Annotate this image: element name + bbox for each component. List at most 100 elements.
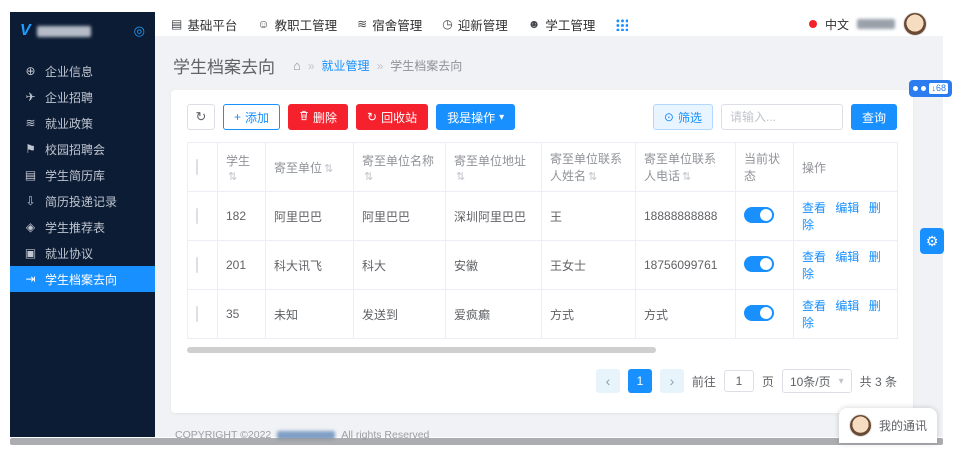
add-button[interactable]: + 添加: [223, 104, 280, 130]
column-header-student[interactable]: 学生 ⇅: [218, 143, 266, 192]
username-redacted: [857, 19, 895, 29]
sidebar-menu: ⊕ 企业信息 ✈ 企业招聘 ≋ 就业政策 ⚑ 校园招聘会 ▤ 学生简历库: [10, 50, 155, 292]
page-head: 学生档案去向 ⌂ » 就业管理 » 学生档案去向: [171, 47, 913, 90]
sidebar: V ◎ ⊕ 企业信息 ✈ 企业招聘 ≋ 就业政策 ⚑: [10, 12, 155, 437]
edit-link[interactable]: 编辑: [835, 201, 859, 215]
nav-item-student-affairs[interactable]: ☻ 学工管理: [528, 15, 596, 34]
download-icon: ⇩: [24, 194, 37, 208]
filter-button[interactable]: ⊙ 筛选: [653, 104, 713, 130]
page-number-current[interactable]: 1: [628, 369, 652, 393]
cell-address: 安徽: [446, 241, 542, 290]
view-link[interactable]: 查看: [802, 201, 826, 215]
sidebar-item-recommendation[interactable]: ◈ 学生推荐表: [10, 214, 155, 240]
recycle-bin-button[interactable]: ↻ 回收站: [356, 104, 428, 130]
sort-icon[interactable]: ⇅: [682, 171, 691, 183]
column-label: 寄至单位: [274, 161, 322, 175]
flag-icon: ⚑: [24, 142, 37, 156]
badge-dot: [913, 86, 918, 91]
nav-item-staff-mgmt[interactable]: ☺ 教职工管理: [257, 15, 337, 34]
cell-contact: 王女士: [542, 241, 636, 290]
collapse-icon[interactable]: ◎: [134, 23, 145, 39]
query-button[interactable]: 查询: [851, 104, 897, 130]
sidebar-item-company-recruit[interactable]: ✈ 企业招聘: [10, 84, 155, 110]
goto-label: 前往: [692, 373, 716, 390]
sort-icon[interactable]: ⇅: [456, 171, 465, 183]
sidebar-item-employment-policy[interactable]: ≋ 就业政策: [10, 110, 155, 136]
status-toggle[interactable]: [744, 305, 774, 321]
goto-page-input[interactable]: [724, 370, 754, 392]
page-size-select[interactable]: 10条/页 ▾: [782, 369, 852, 393]
send-icon: ✈: [24, 90, 37, 104]
column-header-contact-name[interactable]: 寄至单位联系人姓名⇅: [542, 143, 636, 192]
settings-drawer-button[interactable]: ⚙: [920, 228, 944, 254]
sort-icon[interactable]: ⇅: [588, 171, 597, 183]
row-checkbox[interactable]: [196, 257, 198, 273]
search-input[interactable]: [721, 104, 843, 130]
cell-address: 爱疯癫: [446, 290, 542, 339]
select-all-header[interactable]: [188, 143, 218, 192]
status-toggle[interactable]: [744, 207, 774, 223]
content-area: 学生档案去向 ⌂ » 就业管理 » 学生档案去向 ↻: [155, 37, 943, 441]
avatar[interactable]: [903, 12, 927, 36]
column-label: 寄至单位联系人电话: [644, 152, 716, 183]
chat-widget[interactable]: 我的通讯: [839, 408, 937, 443]
column-header-contact-phone[interactable]: 寄至单位联系人电话⇅: [636, 143, 736, 192]
sidebar-item-company-info[interactable]: ⊕ 企业信息: [10, 58, 155, 84]
cell-contact: 王: [542, 192, 636, 241]
sidebar-item-label: 学生档案去向: [45, 271, 117, 288]
view-link[interactable]: 查看: [802, 299, 826, 313]
prev-page-button[interactable]: ‹: [596, 369, 620, 393]
row-checkbox[interactable]: [196, 306, 198, 322]
cell-status: [736, 290, 794, 339]
nav-item-orientation-mgmt[interactable]: ◷ 迎新管理: [442, 15, 508, 34]
breadcrumb-separator: »: [308, 59, 315, 73]
edit-link[interactable]: 编辑: [835, 250, 859, 264]
sort-icon[interactable]: ⇅: [324, 163, 333, 175]
column-header-unit-name[interactable]: 寄至单位名称⇅: [354, 143, 446, 192]
row-checkbox[interactable]: [196, 208, 198, 224]
logo-row: V ◎: [10, 12, 155, 50]
nav-item-base-platform[interactable]: ▤ 基础平台: [171, 15, 237, 34]
delete-button[interactable]: 删除: [288, 104, 348, 130]
breadcrumb-link-employment[interactable]: 就业管理: [322, 57, 370, 74]
float-download-badge[interactable]: ↓68: [909, 80, 952, 97]
notification-dot: [809, 20, 817, 28]
sidebar-item-archive-destination[interactable]: ⇥ 学生档案去向: [10, 266, 155, 292]
sidebar-item-campus-jobfair[interactable]: ⚑ 校园招聘会: [10, 136, 155, 162]
column-label: 寄至单位联系人姓名: [550, 152, 622, 183]
column-header-status: 当前状态: [736, 143, 794, 192]
page-title: 学生档案去向: [173, 53, 275, 78]
row-select-cell: [188, 241, 218, 290]
bottom-scrollbar[interactable]: [10, 438, 943, 445]
column-header-address[interactable]: 寄至单位地址⇅: [446, 143, 542, 192]
sidebar-item-resume-library[interactable]: ▤ 学生简历库: [10, 162, 155, 188]
batch-actions-button[interactable]: 我是操作 ▾: [436, 104, 515, 130]
next-page-button[interactable]: ›: [660, 369, 684, 393]
badge-count: ↓68: [929, 83, 948, 94]
apps-grid-icon[interactable]: [615, 18, 628, 31]
sort-icon[interactable]: ⇅: [364, 171, 373, 183]
edit-link[interactable]: 编辑: [835, 299, 859, 313]
sort-icon[interactable]: ⇅: [228, 171, 237, 183]
sidebar-item-label: 企业信息: [45, 63, 93, 80]
column-header-unit[interactable]: 寄至单位⇅: [266, 143, 354, 192]
cell-status: [736, 192, 794, 241]
data-table: 学生⇅ 寄至单位⇅ 寄至单位名称⇅ 寄至单位地址⇅ 寄至单位联系人姓名⇅ 寄至单…: [187, 142, 898, 339]
clipboard-icon: ▣: [24, 246, 37, 260]
globe-icon: ⊕: [24, 64, 37, 78]
view-link[interactable]: 查看: [802, 250, 826, 264]
tag-icon: ◈: [24, 220, 37, 234]
horizontal-scrollbar[interactable]: [187, 347, 656, 353]
home-icon[interactable]: ⌂: [293, 58, 301, 73]
row-select-cell: [188, 192, 218, 241]
select-all-checkbox[interactable]: [196, 159, 198, 175]
refresh-button[interactable]: ↻: [187, 104, 215, 130]
cell-unit-name: 发送到: [354, 290, 446, 339]
nav-item-dorm-mgmt[interactable]: ≋ 宿舍管理: [357, 15, 422, 34]
language-switch[interactable]: 中文: [825, 16, 849, 33]
sidebar-item-employment-agreement[interactable]: ▣ 就业协议: [10, 240, 155, 266]
status-toggle[interactable]: [744, 256, 774, 272]
staff-icon: ☺: [257, 17, 269, 31]
sidebar-item-resume-delivery[interactable]: ⇩ 简历投递记录: [10, 188, 155, 214]
column-label: 学生: [226, 154, 250, 168]
